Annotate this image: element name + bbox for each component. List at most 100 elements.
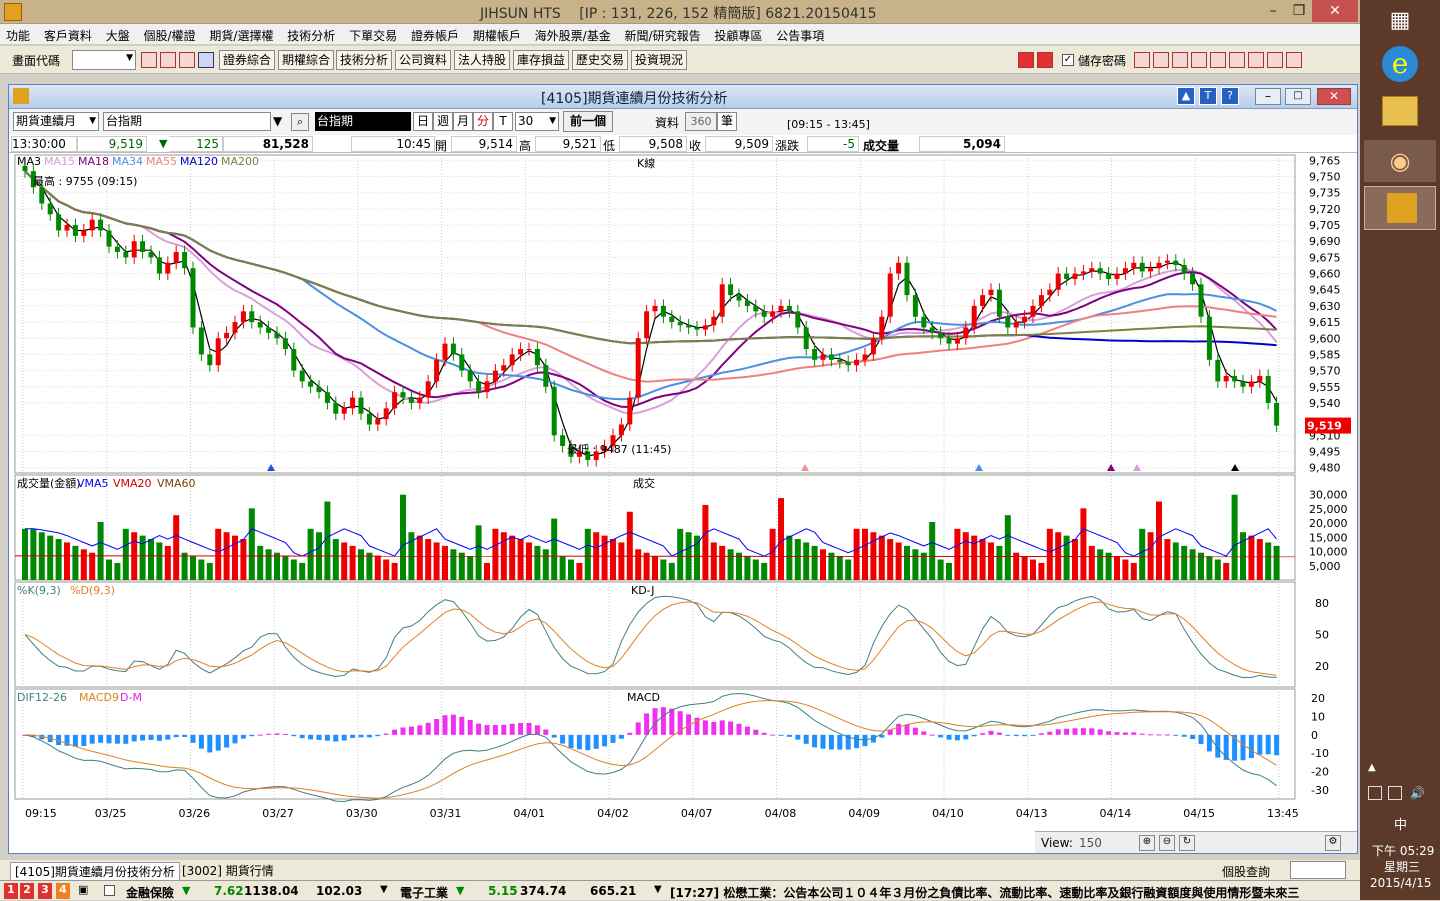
arrow-right-icon[interactable]	[1037, 52, 1053, 68]
chevron-down-icon[interactable]: ▼	[549, 113, 556, 130]
period-minute-button[interactable]: 分	[473, 112, 493, 131]
ie-browser-icon[interactable]: e	[1382, 46, 1418, 82]
search-icon[interactable]	[141, 52, 157, 68]
lock-icon[interactable]: ▣	[78, 883, 92, 899]
menu-item[interactable]: 公告事項	[770, 24, 824, 44]
page-4-icon[interactable]: 4	[56, 883, 70, 899]
view-value[interactable]: 150	[1079, 836, 1102, 850]
search-icon[interactable]: ⌕	[291, 113, 309, 131]
tool-icon[interactable]	[1248, 52, 1264, 68]
paint-app-icon[interactable]: ◉	[1364, 140, 1436, 182]
period-tick-button[interactable]: T	[493, 112, 513, 131]
toolbar-button[interactable]: 期權綜合	[278, 50, 335, 70]
menu-item[interactable]: 海外股票/基金	[529, 24, 611, 44]
window-icon[interactable]	[160, 52, 176, 68]
chart-area[interactable]: 09:15 03/25 03/26 03/27 03/30 03/31 04/01 04/02…	[9, 153, 1357, 835]
tab-strip: [4105]期貨連續月份技術分析 [3002] 期貨行情 個股查詢	[0, 860, 1360, 881]
tool-icon[interactable]	[1229, 52, 1245, 68]
tray-chevron-icon[interactable]: ▲	[1368, 762, 1376, 773]
flag-icon[interactable]	[1368, 786, 1382, 800]
window-restore-button[interactable]: □	[1285, 88, 1311, 105]
symbol-dropdown-icon[interactable]: ▼	[273, 114, 282, 128]
window-close-button[interactable]: ✕	[1317, 88, 1351, 105]
clock-time[interactable]: 下午 05:29	[1372, 842, 1434, 859]
period-week-button[interactable]: 週	[433, 112, 453, 131]
status-checkbox[interactable]	[104, 885, 115, 896]
data-count-input[interactable]: 360	[685, 112, 717, 131]
period-select[interactable]: 30 ▼	[515, 112, 559, 131]
tab-technical-analysis[interactable]: [4105]期貨連續月份技術分析	[10, 862, 180, 881]
save-password-checkbox[interactable]: ✓	[1062, 54, 1074, 66]
text-tool-icon[interactable]: T	[1199, 87, 1217, 105]
toolbar-button[interactable]: 歷史交易	[572, 50, 629, 70]
menu-item[interactable]: 客戶資料	[38, 24, 92, 44]
volume-bar	[366, 552, 373, 580]
tab-futures-quote[interactable]: [3002] 期貨行情	[178, 862, 278, 879]
restore-button[interactable]: ❐	[1284, 0, 1314, 22]
windows-start-icon[interactable]: ▦	[1386, 8, 1414, 36]
tool-icon[interactable]	[1286, 52, 1302, 68]
x-tick-label: 03/31	[430, 807, 462, 820]
network-icon[interactable]	[1388, 786, 1402, 800]
tool-icon[interactable]	[1191, 52, 1207, 68]
settings-icon[interactable]: ⚙	[1325, 835, 1341, 851]
toolbar-button[interactable]: 技術分析	[336, 50, 393, 70]
prev-button[interactable]: 前一個	[563, 111, 613, 132]
menu-item[interactable]: 功能	[0, 24, 30, 44]
volume-icon[interactable]: 🔊	[1410, 786, 1425, 800]
screen-code-input[interactable]: ▼	[72, 50, 136, 70]
tool-icon[interactable]	[1267, 52, 1283, 68]
ime-indicator[interactable]: 中	[1394, 814, 1407, 833]
help-icon[interactable]: ?	[1221, 87, 1239, 105]
toolbar-button[interactable]: 證券綜合	[219, 50, 276, 70]
zoom-in-icon[interactable]: ⊕	[1139, 835, 1155, 851]
chevron-down-icon[interactable]: ▼	[89, 113, 96, 130]
data-unit-button[interactable]: 筆	[717, 112, 737, 131]
toolbar-button[interactable]: 法人持股	[454, 50, 511, 70]
period-day-button[interactable]: 日	[413, 112, 433, 131]
symbol-input[interactable]: 台指期	[103, 112, 271, 131]
menu-item[interactable]: 技術分析	[281, 24, 335, 44]
contract-type-select[interactable]: 期貨連續月 ▼	[13, 112, 99, 131]
print-icon[interactable]	[198, 52, 214, 68]
menu-item[interactable]: 期權帳戶	[467, 24, 521, 44]
news-ticker[interactable]: [17:27] 松懋工業：公告本公司１０４年３月份之負債比率、流動比率、速動比率…	[670, 884, 1342, 901]
close-button[interactable]: ✕	[1312, 0, 1358, 22]
menu-item[interactable]: 下單交易	[343, 24, 397, 44]
toolbar-button[interactable]: 投資現況	[631, 50, 688, 70]
tool-icon[interactable]	[1172, 52, 1188, 68]
menu-item[interactable]: 個股/權證	[138, 24, 196, 44]
volume-bar	[181, 552, 188, 580]
menu-item[interactable]: 證券帳戶	[405, 24, 459, 44]
menu-item[interactable]: 新聞/研究報告	[619, 24, 701, 44]
chart-icon[interactable]	[179, 52, 195, 68]
tool-icon[interactable]	[1210, 52, 1226, 68]
window-minimize-button[interactable]: –	[1255, 88, 1281, 105]
menu-item[interactable]: 投顧專區	[708, 24, 762, 44]
toolbar-button[interactable]: 庫存損益	[513, 50, 570, 70]
page-3-icon[interactable]: 3	[38, 883, 52, 899]
macd-tick-label: 20	[1311, 692, 1325, 705]
volume-bar	[122, 528, 129, 580]
candle-body	[366, 413, 372, 425]
zoom-out-icon[interactable]: ⊖	[1159, 835, 1175, 851]
arrow-left-icon[interactable]	[1018, 52, 1034, 68]
volume-bar	[30, 528, 37, 580]
menu-item[interactable]: 期貨/選擇權	[203, 24, 273, 44]
stock-query-input[interactable]	[1290, 861, 1346, 879]
chevron-down-icon[interactable]: ▼	[654, 884, 662, 895]
refresh-icon[interactable]: ↻	[1179, 835, 1195, 851]
period-month-button[interactable]: 月	[453, 112, 473, 131]
tool-icon[interactable]	[1153, 52, 1169, 68]
menu-item[interactable]: 大盤	[100, 24, 130, 44]
file-explorer-icon[interactable]	[1382, 96, 1418, 126]
chevron-down-icon[interactable]: ▼	[380, 884, 388, 895]
toolbar-button[interactable]: 公司資料	[395, 50, 452, 70]
jihsun-app-icon[interactable]	[1364, 186, 1436, 230]
alert-up-icon[interactable]: ▲	[1177, 87, 1195, 105]
page-1-icon[interactable]: 1	[4, 883, 18, 899]
chevron-down-icon[interactable]: ▼	[126, 53, 133, 63]
candle-body	[341, 408, 347, 414]
page-2-icon[interactable]: 2	[20, 883, 34, 899]
tool-icon[interactable]	[1134, 52, 1150, 68]
